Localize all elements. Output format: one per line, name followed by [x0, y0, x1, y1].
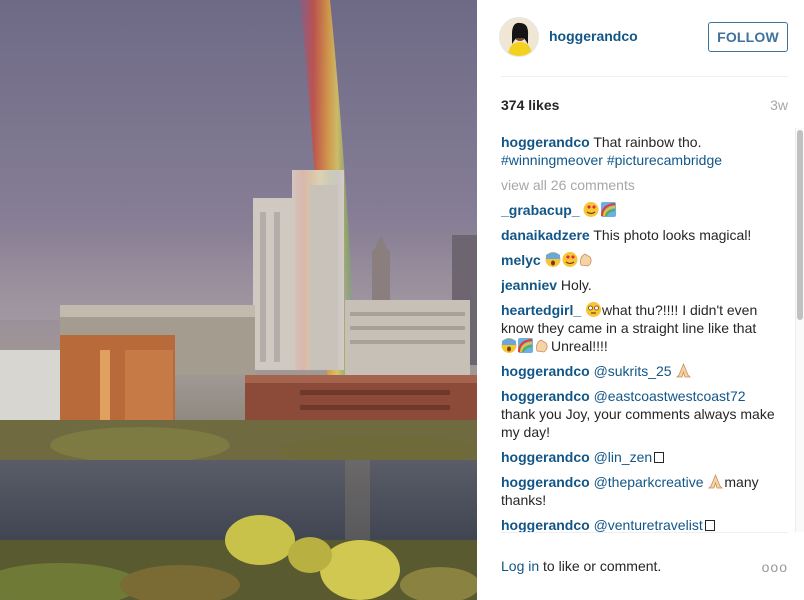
post-photo[interactable]: [0, 0, 477, 600]
caption: hoggerandco That rainbow tho. #winningme…: [501, 133, 777, 169]
mention-link[interactable]: @eastcoastwestcoast72: [594, 388, 746, 404]
post-header: hoggerandco FOLLOW: [477, 0, 804, 77]
caption-text: That rainbow tho.: [593, 134, 702, 150]
header-divider: [501, 76, 788, 77]
likes-row: 374 likes 3w: [501, 97, 788, 115]
comment-item: danaikadzere This photo looks magical!: [501, 227, 752, 243]
comment-item: _grabacup_: [501, 201, 777, 219]
comment-item: hoggerandco @sukrits_25: [501, 362, 777, 380]
comment-username[interactable]: hoggerandco: [501, 449, 590, 465]
scream-rainbow-clap-emoji: [501, 338, 548, 353]
comment-item: hoggerandco @theparkcreative many thanks…: [501, 473, 759, 508]
hashtag-picturecambridge[interactable]: #picturecambridge: [607, 152, 722, 168]
post-footer: Log in to like or comment. ooo: [501, 532, 788, 600]
scrollbar-thumb[interactable]: [797, 130, 803, 320]
caption-username[interactable]: hoggerandco: [501, 134, 590, 150]
mention-link[interactable]: @lin_zen: [594, 449, 653, 465]
comment-item: melyc: [501, 251, 777, 269]
likes-count[interactable]: 374 likes: [501, 97, 559, 113]
comment-username[interactable]: hoggerandco: [501, 388, 590, 404]
hashtag-winningmeover[interactable]: #winningmeover: [501, 152, 603, 168]
mention-link[interactable]: @theparkcreative: [594, 474, 704, 490]
view-all-comments-link[interactable]: view all 26 comments: [501, 176, 777, 194]
comment-username[interactable]: heartedgirl_: [501, 302, 581, 318]
post-username[interactable]: hoggerandco: [549, 28, 638, 44]
comment-username[interactable]: _grabacup_: [501, 202, 580, 218]
rainbow-city-photo: [0, 0, 477, 600]
post-age[interactable]: 3w: [770, 97, 788, 113]
praying-hands-emoji: [708, 473, 724, 489]
comment-username[interactable]: hoggerandco: [501, 517, 590, 533]
mention-link[interactable]: @venturetravelist: [594, 517, 703, 533]
heart-eyes-rainbow-emoji: [583, 202, 617, 217]
more-options-button[interactable]: ooo: [762, 559, 788, 575]
comments-list: hoggerandco That rainbow tho. #winningme…: [501, 133, 777, 533]
login-prompt-text: to like or comment.: [539, 558, 662, 574]
comment-item: jeanniev Holy.: [501, 277, 592, 293]
comment-item: heartedgirl_ what thu?!!!! I didn't even…: [501, 302, 758, 354]
follow-button[interactable]: FOLLOW: [708, 22, 788, 52]
comment-username[interactable]: jeanniev: [501, 277, 557, 293]
unknown-glyph-icon: [704, 520, 715, 531]
user-avatar-image: [500, 18, 538, 56]
flushed-emoji: [586, 302, 602, 317]
comment-username[interactable]: melyc: [501, 252, 541, 268]
avatar[interactable]: [499, 17, 539, 57]
comment-item: hoggerandco @lin_zen: [501, 448, 777, 466]
comment-username[interactable]: danaikadzere: [501, 227, 590, 243]
login-prompt: Log in to like or comment.: [501, 558, 661, 574]
comment-item: hoggerandco @eastcoastwestcoast72 thank …: [501, 388, 775, 440]
mention-link[interactable]: @sukrits_25: [594, 363, 672, 379]
login-link[interactable]: Log in: [501, 558, 539, 574]
comment-username[interactable]: hoggerandco: [501, 474, 590, 490]
scream-heart-clap-emoji: [545, 252, 592, 267]
post-details-panel: hoggerandco FOLLOW 374 likes 3w hoggeran…: [477, 0, 804, 600]
comments-scrollbar[interactable]: [795, 128, 804, 532]
unknown-glyph-icon: [654, 452, 665, 463]
comment-item: hoggerandco @venturetravelist: [501, 516, 777, 533]
praying-hands-emoji: [676, 362, 692, 378]
comment-username[interactable]: hoggerandco: [501, 363, 590, 379]
